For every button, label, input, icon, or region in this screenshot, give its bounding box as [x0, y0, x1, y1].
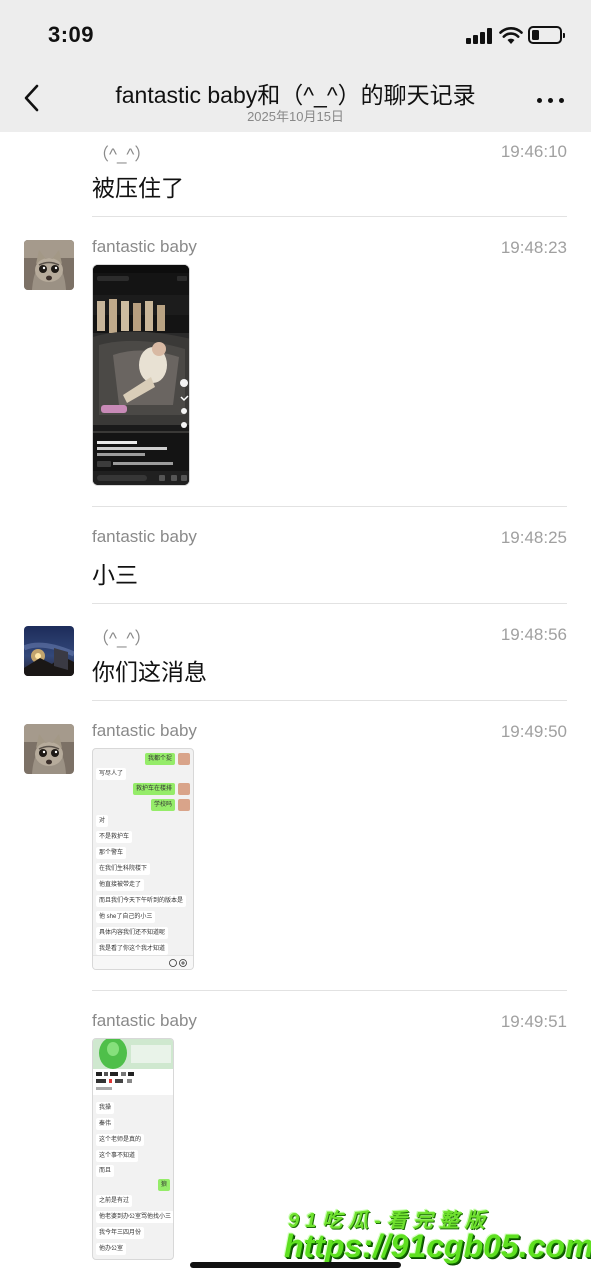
- signal-icon: [466, 28, 492, 44]
- image-attachment[interactable]: 我操 秦伟 这个老师是真的 这个事不知道 而且 狼 之前是有过 他老婆到办公室骂…: [92, 1038, 174, 1260]
- night-sky-avatar[interactable]: [24, 626, 74, 676]
- message-sender: fantastic baby: [92, 237, 197, 256]
- chat-message: （^_^） 19:46:10 被压住了: [0, 132, 591, 217]
- chat-bubble: 狼: [157, 1179, 170, 1191]
- chat-bubble: 他直接被带走了: [96, 879, 145, 891]
- chat-bubble: 那个警车: [96, 847, 127, 859]
- message-time: 19:48:56: [500, 625, 567, 644]
- message-sender: （^_^）: [92, 145, 152, 164]
- message-time: 19:49:50: [500, 722, 567, 741]
- back-arrow-icon[interactable]: [18, 82, 48, 114]
- chat-bubble: 他老婆到办公室骂他找小三: [96, 1211, 173, 1223]
- image-attachment[interactable]: 我都个捉 写尽人了 救护车在楼排 学校吗 对 不是救护车 那个警车 在我们生科院…: [92, 748, 194, 970]
- cat-avatar[interactable]: [24, 240, 74, 290]
- chat-history-date: 2025年10月15日: [247, 109, 344, 124]
- chat-history-title: fantastic baby和（^_^）的聊天记录: [115, 82, 476, 108]
- chat-bubble: 在我们生科院楼下: [96, 863, 151, 875]
- message-text[interactable]: 被压住了: [92, 169, 184, 203]
- watermark-url: https://91cgb05.com: [284, 1228, 591, 1264]
- message-text[interactable]: 你们这消息: [92, 653, 207, 687]
- chat-bubble: 具体内容我们还不知道呢: [96, 927, 169, 939]
- message-time: 19:46:10: [500, 142, 567, 161]
- chat-bubble: 学校吗: [150, 799, 175, 811]
- chat-bubble: 而且: [96, 1165, 115, 1177]
- chat-message: fantastic baby 19:49:50 我都个捉 写尽人了 救护车在楼排…: [0, 701, 591, 991]
- chat-bubble: 而且我们今天下午听到的版本是: [96, 895, 187, 907]
- chat-bubble: 我都个捉: [144, 753, 175, 765]
- emoji-plus-icon: [169, 959, 187, 967]
- image-attachment[interactable]: [92, 264, 190, 486]
- chat-bubble: 这个事不知道: [96, 1150, 139, 1162]
- chat-bubble: 我今年三四月份: [96, 1227, 145, 1239]
- nav-bar: fantastic baby和（^_^）的聊天记录 2025年10月15日: [0, 68, 591, 132]
- message-time: 19:49:51: [500, 1012, 567, 1031]
- message-sender: fantastic baby: [92, 1011, 197, 1030]
- message-sender: （^_^）: [92, 629, 152, 648]
- chat-bubble: 我是看了你这个我才知道: [96, 943, 169, 955]
- home-indicator[interactable]: [190, 1262, 401, 1268]
- chat-message: fantastic baby 19:48:25 小三: [0, 507, 591, 604]
- chat-bubble: 写尽人了: [96, 768, 127, 780]
- chat-bubble: 之前是有过: [96, 1195, 133, 1207]
- more-options-icon[interactable]: [536, 90, 566, 108]
- chat-bubble: 他 she了自己的小三: [96, 911, 156, 923]
- input-bar: [93, 955, 193, 969]
- message-time: 19:48:25: [500, 528, 567, 547]
- redacted-text-block: [93, 1069, 173, 1095]
- chat-bubble: 救护车在楼排: [132, 783, 175, 795]
- message-text[interactable]: 小三: [92, 556, 138, 590]
- chat-bubble: 对: [96, 815, 109, 827]
- chat-message: fantastic baby 19:48:23: [0, 217, 591, 507]
- chat-message: （^_^） 19:48:56 你们这消息: [0, 604, 591, 701]
- battery-icon: [528, 26, 565, 44]
- chat-bubble: 秦伟: [96, 1118, 115, 1130]
- wifi-icon: [499, 27, 523, 44]
- message-sender: fantastic baby: [92, 721, 197, 740]
- message-time: 19:48:23: [500, 238, 567, 257]
- chat-bubble: 这个老师是真的: [96, 1134, 145, 1146]
- chat-bubble: 我操: [96, 1102, 115, 1114]
- status-bar: 3:09: [0, 0, 591, 68]
- chat-bubble: 他办公室: [96, 1243, 127, 1255]
- green-header-image: [93, 1039, 173, 1069]
- status-time: 3:09: [48, 22, 95, 47]
- cat-avatar[interactable]: [24, 724, 74, 774]
- message-sender: fantastic baby: [92, 527, 197, 546]
- chat-bubble: 不是救护车: [96, 831, 133, 843]
